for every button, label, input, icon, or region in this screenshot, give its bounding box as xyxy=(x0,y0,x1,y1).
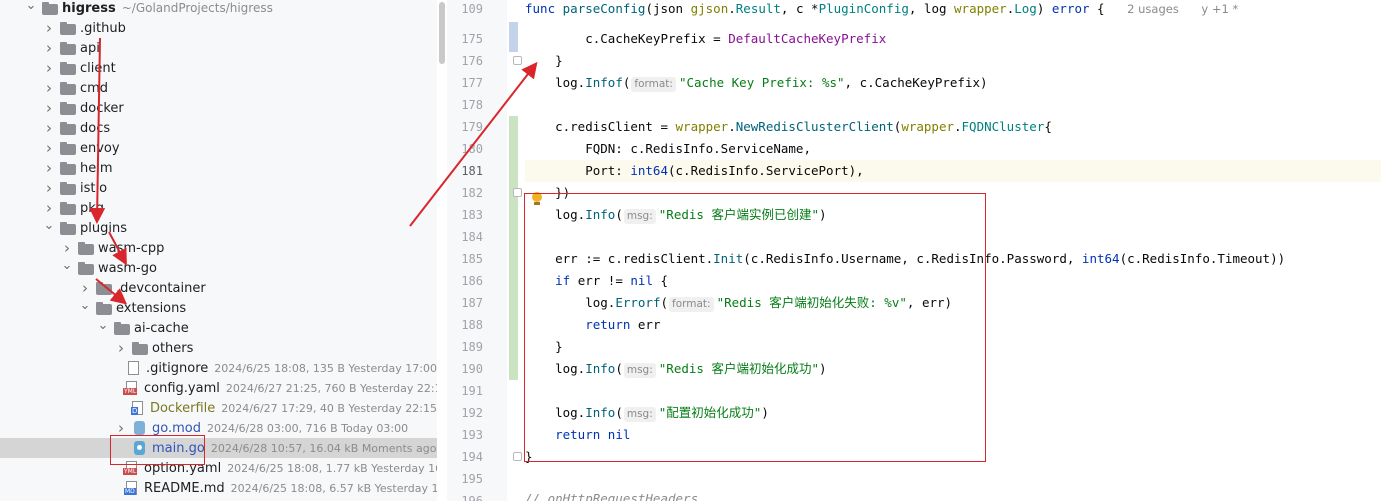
arrow-to-plugins xyxy=(89,37,106,224)
arrow-to-wasm-go xyxy=(108,231,127,266)
annotation-arrows xyxy=(89,37,538,305)
arrow-to-parse-config xyxy=(409,61,538,227)
arrow-to-extensions xyxy=(95,278,128,305)
